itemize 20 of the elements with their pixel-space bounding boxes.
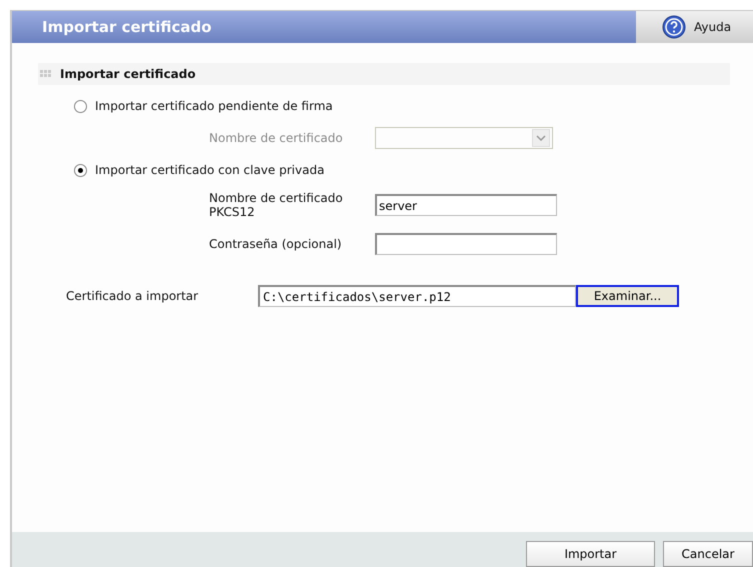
input-field[interactable]: server [375, 194, 557, 216]
help-button[interactable]: Ayuda [636, 11, 753, 43]
field-label: Nombre de certificado PKCS12 [209, 191, 344, 219]
input-field[interactable] [375, 233, 557, 255]
field-label: Nombre de certificado [209, 131, 344, 145]
grip-icon [40, 70, 52, 78]
radio-button[interactable] [74, 164, 87, 176]
file-path-field[interactable]: C:\certificados\server.p12 [258, 285, 576, 307]
radio-label: Importar certificado pendiente de firma [95, 99, 333, 113]
footer-button[interactable]: Importar [526, 540, 655, 566]
radio-label: Importar certificado con clave privada [95, 163, 324, 177]
field-label: Contraseña (opcional) [209, 237, 343, 251]
browse-button[interactable]: Examinar... [576, 285, 679, 307]
field-label: Certificado a importar [66, 289, 200, 303]
section-title: Importar certificado [60, 67, 196, 81]
radio-button[interactable] [74, 100, 87, 112]
window-title: Importar certificado [12, 11, 636, 43]
help-icon [662, 15, 686, 39]
caret-icon [532, 129, 550, 147]
footer-button[interactable]: Cancelar [663, 540, 753, 566]
